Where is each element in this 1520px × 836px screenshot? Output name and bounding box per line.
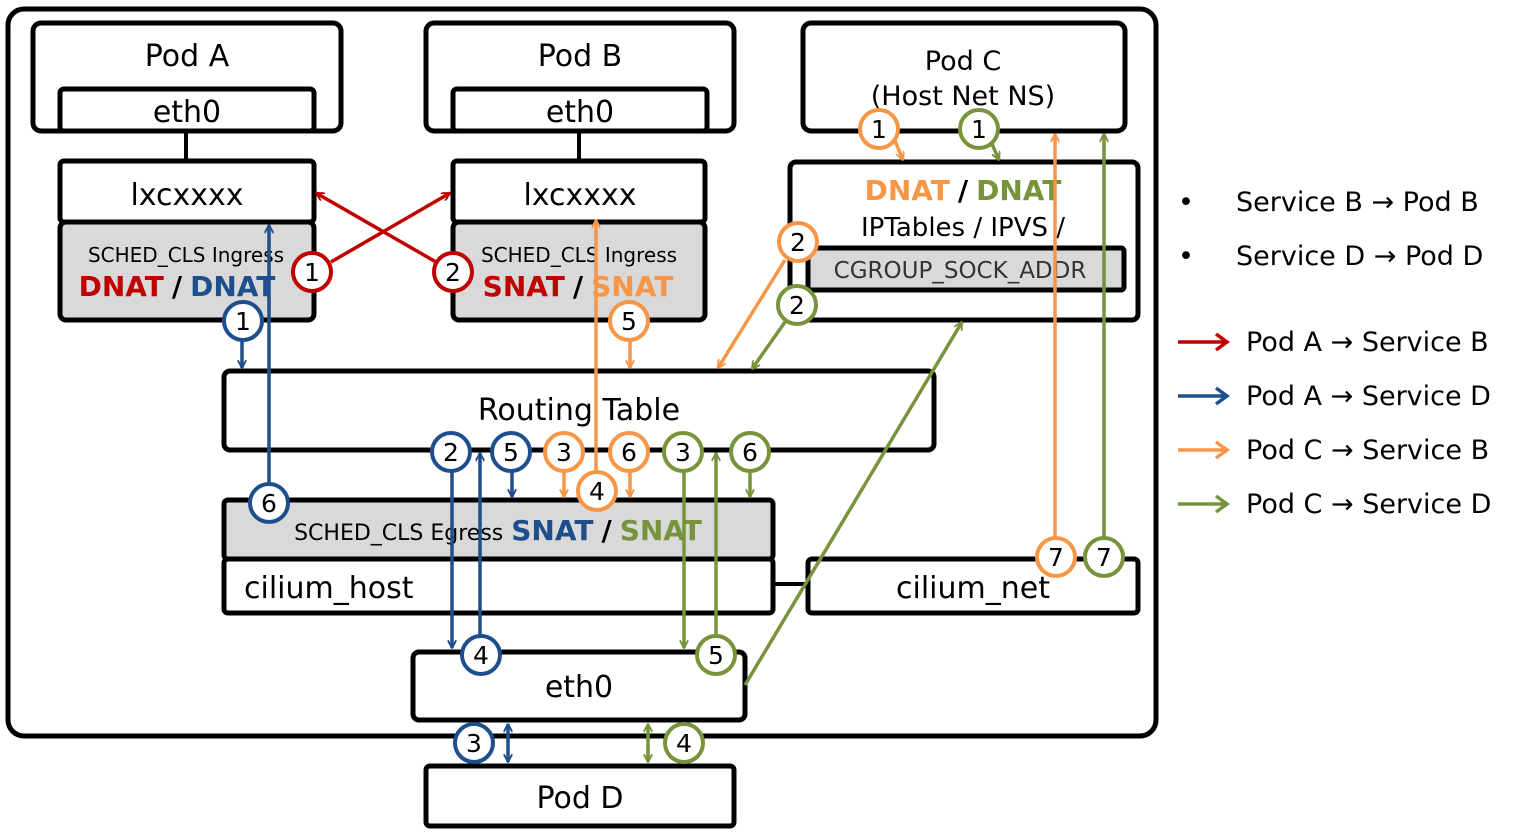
green-arrow-1	[990, 143, 999, 160]
legend-note-text: Service D → Pod D	[1236, 240, 1484, 272]
orange-arrow-2	[716, 259, 787, 368]
orange-arrow-icon	[1178, 440, 1230, 460]
legend-flow-orange: Pod C → Service B	[1176, 423, 1516, 477]
egress-hook: SCHED_CLS Egress SNAT / SNAT	[221, 497, 776, 562]
legend-flow-text: Pod C → Service B	[1246, 434, 1490, 466]
pod-a-eth0-label: eth0	[153, 95, 221, 130]
step-badge-blue-5: 5	[490, 431, 532, 473]
pod-c-subtitle: (Host Net NS)	[871, 81, 1055, 112]
blue-arrow-icon	[1178, 386, 1230, 406]
pod-b-eth0-label: eth0	[546, 95, 614, 130]
pod-b-title: Pod B	[538, 39, 623, 74]
pod-d-title: Pod D	[536, 781, 623, 816]
step-badge-blue-4: 4	[460, 634, 502, 676]
cgroup-sock-addr-label: CGROUP_SOCK_ADDR	[834, 258, 1087, 284]
bullet-icon: •	[1178, 186, 1194, 218]
svg-text:3: 3	[556, 438, 572, 467]
step-badge-green-1: 1	[958, 108, 1000, 150]
svg-text:3: 3	[466, 729, 482, 758]
legend: • Service B → Pod B • Service D → Pod D …	[1176, 175, 1516, 531]
step-badge-blue-6: 6	[248, 482, 290, 524]
pod-a-lxc-label: lxcxxxx	[130, 178, 243, 213]
step-badge-orange-1: 1	[858, 108, 900, 150]
pod-c-title: Pod C	[925, 46, 1001, 77]
cilium-net-label: cilium_net	[896, 571, 1050, 606]
svg-text:1: 1	[971, 115, 987, 144]
step-badge-blue-3: 3	[453, 722, 495, 764]
step-badge-green-5: 5	[695, 634, 737, 676]
legend-note-text: Service B → Pod B	[1236, 186, 1479, 218]
legend-flow-text: Pod C → Service D	[1246, 488, 1492, 520]
svg-text:3: 3	[675, 438, 691, 467]
red-arrow-a-to-b	[330, 191, 450, 264]
cilium-host-label: cilium_host	[244, 571, 414, 606]
pod-a-title: Pod A	[145, 39, 230, 74]
svg-text:7: 7	[1048, 543, 1064, 572]
service-lb-nat-label: DNAT / DNAT	[865, 174, 1062, 207]
legend-flow-red: Pod A → Service B	[1176, 315, 1516, 369]
step-badge-red-1: 1	[291, 251, 333, 293]
svg-text:4: 4	[589, 477, 605, 506]
pod-a-hook-label: SCHED_CLS Ingress	[88, 243, 284, 267]
svg-text:2: 2	[445, 258, 461, 287]
green-arrow-2	[750, 320, 787, 369]
svg-text:7: 7	[1096, 543, 1112, 572]
legend-note-1: • Service B → Pod B	[1176, 175, 1516, 229]
pod-a-ingress-hook: SCHED_CLS Ingress DNAT / DNAT	[57, 219, 317, 323]
routing-table-label: Routing Table	[478, 393, 680, 428]
step-badge-orange-4: 4	[576, 470, 618, 512]
pod-a-lxc[interactable]: lxcxxxx	[57, 158, 317, 225]
step-badge-blue-2: 2	[430, 431, 472, 473]
svg-text:6: 6	[621, 438, 637, 467]
pod-b-lxc-label: lxcxxxx	[523, 178, 636, 213]
step-badge-green-2: 2	[776, 284, 818, 326]
pod-b-hook-label: SCHED_CLS Ingress	[481, 243, 677, 267]
svg-text:1: 1	[304, 258, 320, 287]
svg-text:5: 5	[708, 641, 724, 670]
svg-text:4: 4	[676, 729, 692, 758]
pod-b-nat-label: SNAT / SNAT	[483, 270, 674, 303]
svg-text:6: 6	[261, 489, 277, 518]
step-badge-blue-1: 1	[222, 300, 264, 342]
step-badge-green-6: 6	[729, 431, 771, 473]
step-badge-orange-3: 3	[543, 431, 585, 473]
svg-text:2: 2	[789, 291, 805, 320]
service-lb-box: DNAT / DNAT IPTables / IPVS / CGROUP_SOCK_…	[787, 159, 1141, 323]
svg-text:4: 4	[473, 641, 489, 670]
step-badge-orange-7: 7	[1035, 536, 1077, 578]
svg-text:5: 5	[621, 307, 637, 336]
legend-flow-text: Pod A → Service B	[1246, 326, 1489, 358]
host-eth0-label: eth0	[545, 670, 613, 705]
svg-text:2: 2	[443, 438, 459, 467]
pod-b-lxc[interactable]: lxcxxxx	[450, 158, 708, 225]
svg-text:5: 5	[503, 438, 519, 467]
step-badge-orange-6: 6	[608, 431, 650, 473]
legend-flow-green: Pod C → Service D	[1176, 477, 1516, 531]
service-lb-mechanisms: IPTables / IPVS /	[861, 213, 1065, 243]
legend-flow-blue: Pod A → Service D	[1176, 369, 1516, 423]
step-badge-green-3: 3	[662, 431, 704, 473]
step-badge-green-7: 7	[1083, 536, 1125, 578]
cilium-host[interactable]: cilium_host	[221, 556, 776, 616]
svg-text:1: 1	[235, 307, 251, 336]
pod-b[interactable]: Pod B eth0	[423, 20, 737, 134]
pod-a-nat-label: DNAT / DNAT	[79, 270, 276, 303]
svg-text:2: 2	[790, 228, 806, 257]
step-badge-orange-5: 5	[608, 300, 650, 342]
legend-flow-text: Pod A → Service D	[1246, 380, 1491, 412]
green-arrow-icon	[1178, 494, 1230, 514]
step-badge-red-2: 2	[432, 251, 474, 293]
bullet-icon: •	[1178, 240, 1194, 272]
red-arrow-b-to-a	[316, 191, 437, 264]
step-badge-orange-2: 2	[777, 221, 819, 263]
step-badge-green-4: 4	[663, 722, 705, 764]
svg-text:1: 1	[871, 115, 887, 144]
legend-note-2: • Service D → Pod D	[1176, 229, 1516, 283]
red-arrow-icon	[1178, 332, 1230, 352]
pod-b-ingress-hook: SCHED_CLS Ingress SNAT / SNAT	[450, 219, 708, 323]
pod-d[interactable]: Pod D	[423, 763, 737, 829]
pod-a[interactable]: Pod A eth0	[30, 20, 344, 134]
svg-text:6: 6	[742, 438, 758, 467]
